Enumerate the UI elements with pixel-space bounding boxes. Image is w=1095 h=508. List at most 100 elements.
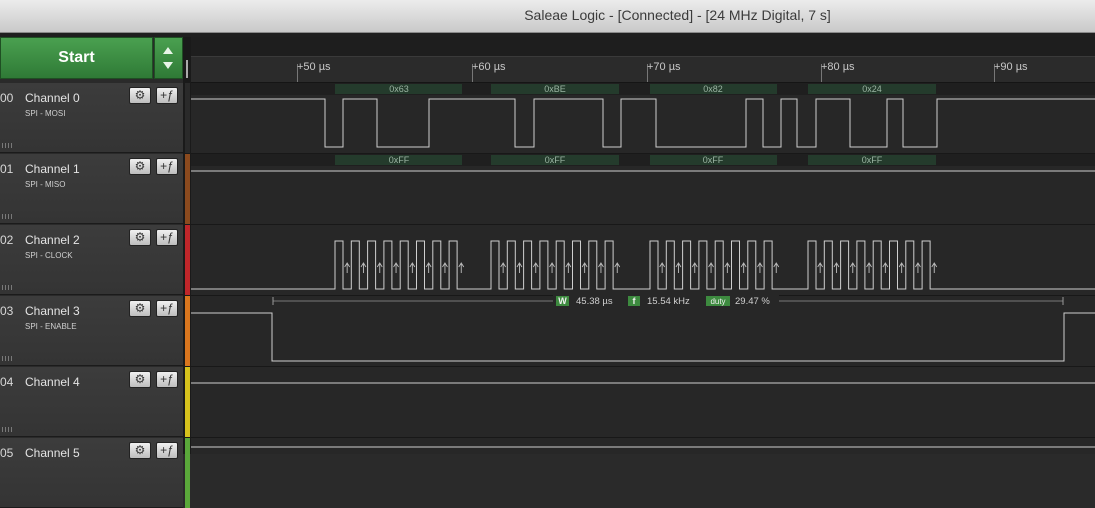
channel-row-2[interactable]: 02 Channel 2 SPI - CLOCK ⚙ +ƒ xyxy=(0,225,183,295)
arrow-up-icon xyxy=(163,47,173,54)
channel-row-4[interactable]: 04 Channel 4 ⚙ +ƒ xyxy=(0,367,183,437)
clock-edge-arrow-icon xyxy=(724,262,731,273)
drag-grip-icon[interactable] xyxy=(2,143,14,148)
clock-edge-arrow-icon xyxy=(565,262,572,273)
gear-icon[interactable]: ⚙ xyxy=(129,87,151,104)
channel-row-3[interactable]: 03 Channel 3 SPI - ENABLE ⚙ +ƒ xyxy=(0,296,183,366)
channel-color-3 xyxy=(185,296,190,366)
decode-strip xyxy=(191,83,1095,95)
clock-trace xyxy=(191,240,1095,290)
drag-grip-icon[interactable] xyxy=(2,285,14,290)
decode-value: 0xFF xyxy=(389,155,410,165)
edge-trigger-icon[interactable]: +ƒ xyxy=(156,229,178,246)
tick-label: +70 µs xyxy=(647,61,681,73)
edge-trigger-icon[interactable]: +ƒ xyxy=(156,371,178,388)
channel-analyzer-label: SPI - ENABLE xyxy=(25,322,77,331)
edge-trigger-icon[interactable]: +ƒ xyxy=(156,442,178,459)
clock-edge-arrow-icon xyxy=(708,262,714,273)
clock-edge-arrow-icon xyxy=(549,262,555,273)
clock-edge-arrow-icon xyxy=(882,262,889,273)
channel-name[interactable]: Channel 4 xyxy=(25,375,80,389)
clock-edge-arrow-icon xyxy=(675,262,682,273)
start-button[interactable]: Start xyxy=(0,37,153,79)
channel-color-1 xyxy=(185,154,190,224)
channel-number: 05 xyxy=(0,446,14,460)
clock-edge-arrow-icon xyxy=(866,262,872,273)
edge-trigger-icon[interactable]: +ƒ xyxy=(156,300,178,317)
clock-edge-arrow-icon xyxy=(581,262,588,273)
clock-edge-arrow-icon xyxy=(773,262,780,273)
decode-value: 0xFF xyxy=(862,155,883,165)
clock-edge-arrow-icon xyxy=(458,262,465,273)
channel-row-1[interactable]: 01 Channel 1 SPI - MISO ⚙ +ƒ xyxy=(0,154,183,224)
tick-label: +80 µs xyxy=(821,61,855,73)
clock-edge-arrow-icon xyxy=(376,262,383,273)
clock-edge-arrow-icon xyxy=(442,262,448,273)
start-options-button[interactable] xyxy=(154,37,183,79)
time-ruler[interactable]: +50 µs +60 µs +70 µs +80 µs +90 µs xyxy=(191,37,1095,83)
channel-name[interactable]: Channel 0 xyxy=(25,91,80,105)
decode-strip xyxy=(191,154,1095,166)
clock-edge-arrow-icon xyxy=(817,262,824,273)
clock-edge-arrow-icon xyxy=(344,262,351,273)
clock-edge-arrow-icon xyxy=(931,262,938,273)
clock-edge-arrow-icon xyxy=(915,262,921,273)
channel-color-0 xyxy=(185,83,190,153)
enable-waveform xyxy=(191,312,1095,362)
decode-value: 0x63 xyxy=(389,84,409,94)
channel-number: 00 xyxy=(0,91,14,105)
waveform-canvas[interactable]: 0x63 0xBE 0x82 0x24 0xFF 0xFF 0xFF 0xFF … xyxy=(191,83,1095,454)
title-bar: Saleae Logic - [Connected] - [24 MHz Dig… xyxy=(0,0,1095,33)
channel-number: 01 xyxy=(0,162,14,176)
channel-analyzer-label: SPI - CLOCK xyxy=(25,251,73,260)
channel-analyzer-label: SPI - MOSI xyxy=(25,109,66,118)
clock-edge-arrow-icon xyxy=(833,262,840,273)
edge-trigger-icon[interactable]: +ƒ xyxy=(156,158,178,175)
tick-label: +60 µs xyxy=(472,61,506,73)
gear-icon[interactable]: ⚙ xyxy=(129,442,151,459)
clock-waveform xyxy=(191,240,1095,290)
clock-edge-arrow-icon xyxy=(516,262,523,273)
gear-icon[interactable]: ⚙ xyxy=(129,371,151,388)
clock-edge-arrow-icon xyxy=(360,262,367,273)
channel-name[interactable]: Channel 1 xyxy=(25,162,80,176)
freq-value: 15.54 kHz xyxy=(647,296,690,307)
channel-name[interactable]: Channel 5 xyxy=(25,446,80,460)
channel-row-0[interactable]: 00 Channel 0 SPI - MOSI ⚙ +ƒ xyxy=(0,83,183,153)
tick-label: +90 µs xyxy=(994,61,1028,73)
gear-icon[interactable]: ⚙ xyxy=(129,300,151,317)
drag-grip-icon[interactable] xyxy=(2,214,14,219)
waveform-area[interactable]: 0x63 0xBE 0x82 0x24 0xFF 0xFF 0xFF 0xFF … xyxy=(191,83,1095,454)
ruler-overview-bar xyxy=(191,37,1095,57)
gear-icon[interactable]: ⚙ xyxy=(129,158,151,175)
channel-number: 04 xyxy=(0,375,14,389)
splitter-handle-icon[interactable] xyxy=(186,60,188,78)
decode-value: 0xBE xyxy=(544,84,566,94)
channel-name[interactable]: Channel 3 xyxy=(25,304,80,318)
channel-name[interactable]: Channel 2 xyxy=(25,233,80,247)
channel-color-4 xyxy=(185,367,190,437)
width-value: 45.38 µs xyxy=(576,296,613,307)
arrow-down-icon xyxy=(163,62,173,69)
channel-analyzer-label: SPI - MISO xyxy=(25,180,66,189)
clock-edge-arrow-icon xyxy=(598,262,604,273)
channel-row-5[interactable]: 05 Channel 5 ⚙ +ƒ xyxy=(0,438,183,508)
clock-edge-arrow-icon xyxy=(532,262,539,273)
decode-value: 0xFF xyxy=(545,155,566,165)
clock-edge-arrow-icon xyxy=(500,262,507,273)
channel-number: 03 xyxy=(0,304,14,318)
clock-edge-arrow-icon xyxy=(425,262,432,273)
drag-grip-icon[interactable] xyxy=(2,356,14,361)
tick-label: +50 µs xyxy=(297,61,331,73)
channel-color-2 xyxy=(185,225,190,295)
measurement-bar[interactable]: W 45.38 µs f 15.54 kHz duty 29.47 % xyxy=(272,295,1064,307)
channel-number: 02 xyxy=(0,233,14,247)
decode-value: 0xFF xyxy=(703,155,724,165)
gear-icon[interactable]: ⚙ xyxy=(129,229,151,246)
clock-edge-arrow-icon xyxy=(393,262,399,273)
decode-value: 0x82 xyxy=(703,84,723,94)
drag-grip-icon[interactable] xyxy=(2,427,14,432)
edge-trigger-icon[interactable]: +ƒ xyxy=(156,87,178,104)
clock-edge-arrow-icon xyxy=(898,262,905,273)
width-tag-label: W xyxy=(558,296,567,306)
